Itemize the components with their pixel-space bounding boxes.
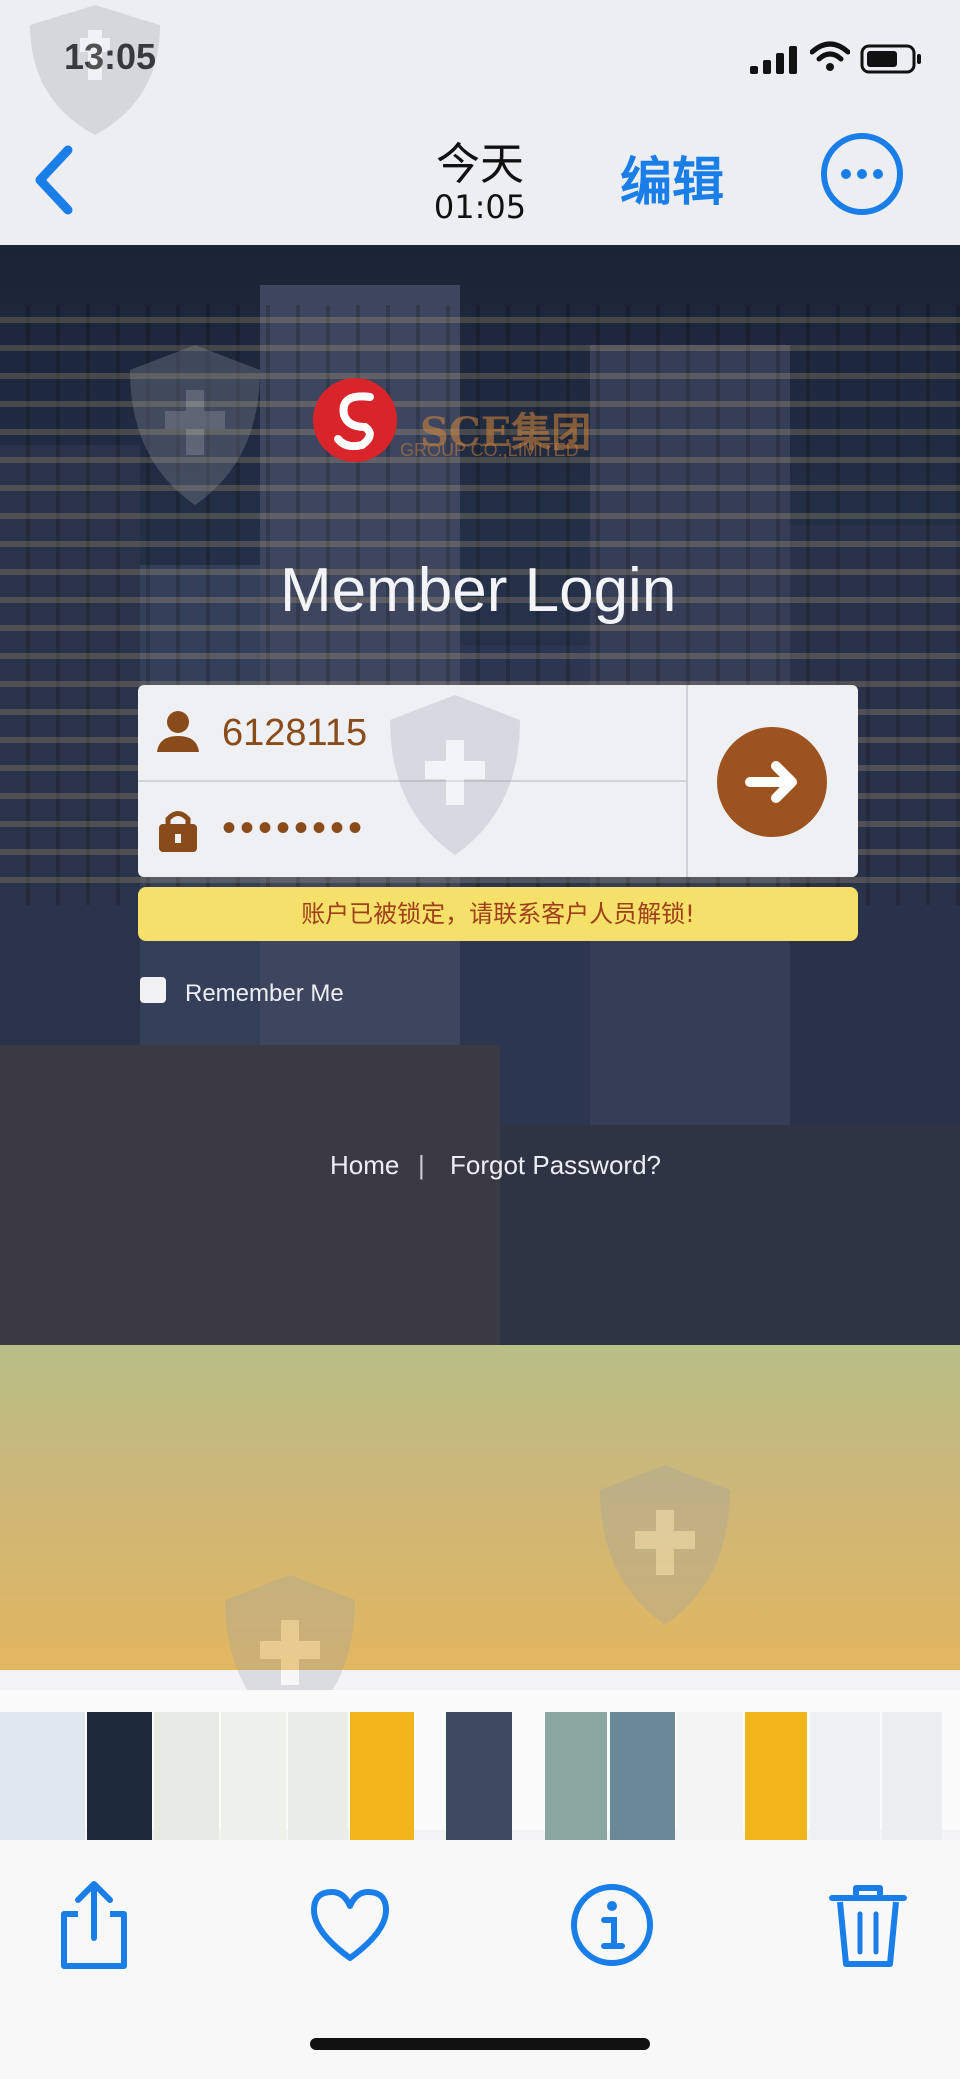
- edit-button[interactable]: 编辑: [620, 140, 724, 215]
- thumbnail[interactable]: [288, 1712, 348, 1842]
- shield-watermark-icon: [130, 345, 260, 505]
- back-chevron-icon[interactable]: [26, 140, 86, 220]
- shield-watermark-icon: [390, 695, 520, 855]
- info-icon[interactable]: [570, 1880, 654, 1970]
- link-separator: |: [418, 1150, 425, 1180]
- member-login-title: Member Login: [280, 556, 677, 625]
- forgot-password-link[interactable]: Forgot Password?: [450, 1150, 661, 1181]
- locked-account-alert: 账户已被锁定，请联系客户人员解锁!: [138, 887, 858, 941]
- thumbnail[interactable]: [87, 1712, 152, 1842]
- thumbnail[interactable]: [882, 1712, 942, 1842]
- share-icon[interactable]: [52, 1880, 136, 1970]
- sce-logo-icon: [313, 378, 397, 462]
- shield-watermark-icon: [30, 5, 160, 135]
- thumbnail[interactable]: [545, 1712, 607, 1842]
- thumbnail[interactable]: [221, 1712, 286, 1842]
- logo-subtext: GROUP CO.,LIMITED: [400, 440, 579, 460]
- home-link[interactable]: Home: [330, 1150, 399, 1181]
- shield-watermark-icon: [600, 1465, 730, 1625]
- home-indicator: [310, 2038, 650, 2050]
- lock-icon: [159, 811, 197, 852]
- nav-title: 今天: [436, 139, 524, 190]
- cellular-signal-icon: [750, 46, 797, 74]
- thumbnail[interactable]: [610, 1712, 675, 1842]
- gradient-backdrop: [0, 1345, 960, 1670]
- button-divider: [686, 685, 688, 877]
- battery-icon: [860, 44, 921, 74]
- wifi-icon: [810, 41, 850, 71]
- thumbnail[interactable]: [154, 1712, 219, 1842]
- remember-me-label[interactable]: Remember Me: [185, 980, 344, 1008]
- heart-icon[interactable]: [308, 1880, 392, 1970]
- thumbnail[interactable]: [745, 1712, 807, 1842]
- remember-me-checkbox[interactable]: [140, 977, 166, 1003]
- password-field[interactable]: ••••••••: [222, 806, 366, 851]
- submit-arrow-button[interactable]: [716, 726, 828, 838]
- thumbnail[interactable]: [0, 1712, 85, 1842]
- thumbnail[interactable]: [810, 1712, 880, 1842]
- user-icon: [157, 711, 199, 752]
- thumbnail[interactable]: [350, 1712, 414, 1842]
- trash-icon[interactable]: [826, 1880, 910, 1970]
- thumbnail[interactable]: [446, 1712, 512, 1842]
- thumbnail[interactable]: [677, 1712, 743, 1842]
- more-options-icon[interactable]: [820, 132, 904, 216]
- nav-subtitle: 01:05: [433, 188, 527, 226]
- username-field[interactable]: 6128115: [222, 712, 367, 755]
